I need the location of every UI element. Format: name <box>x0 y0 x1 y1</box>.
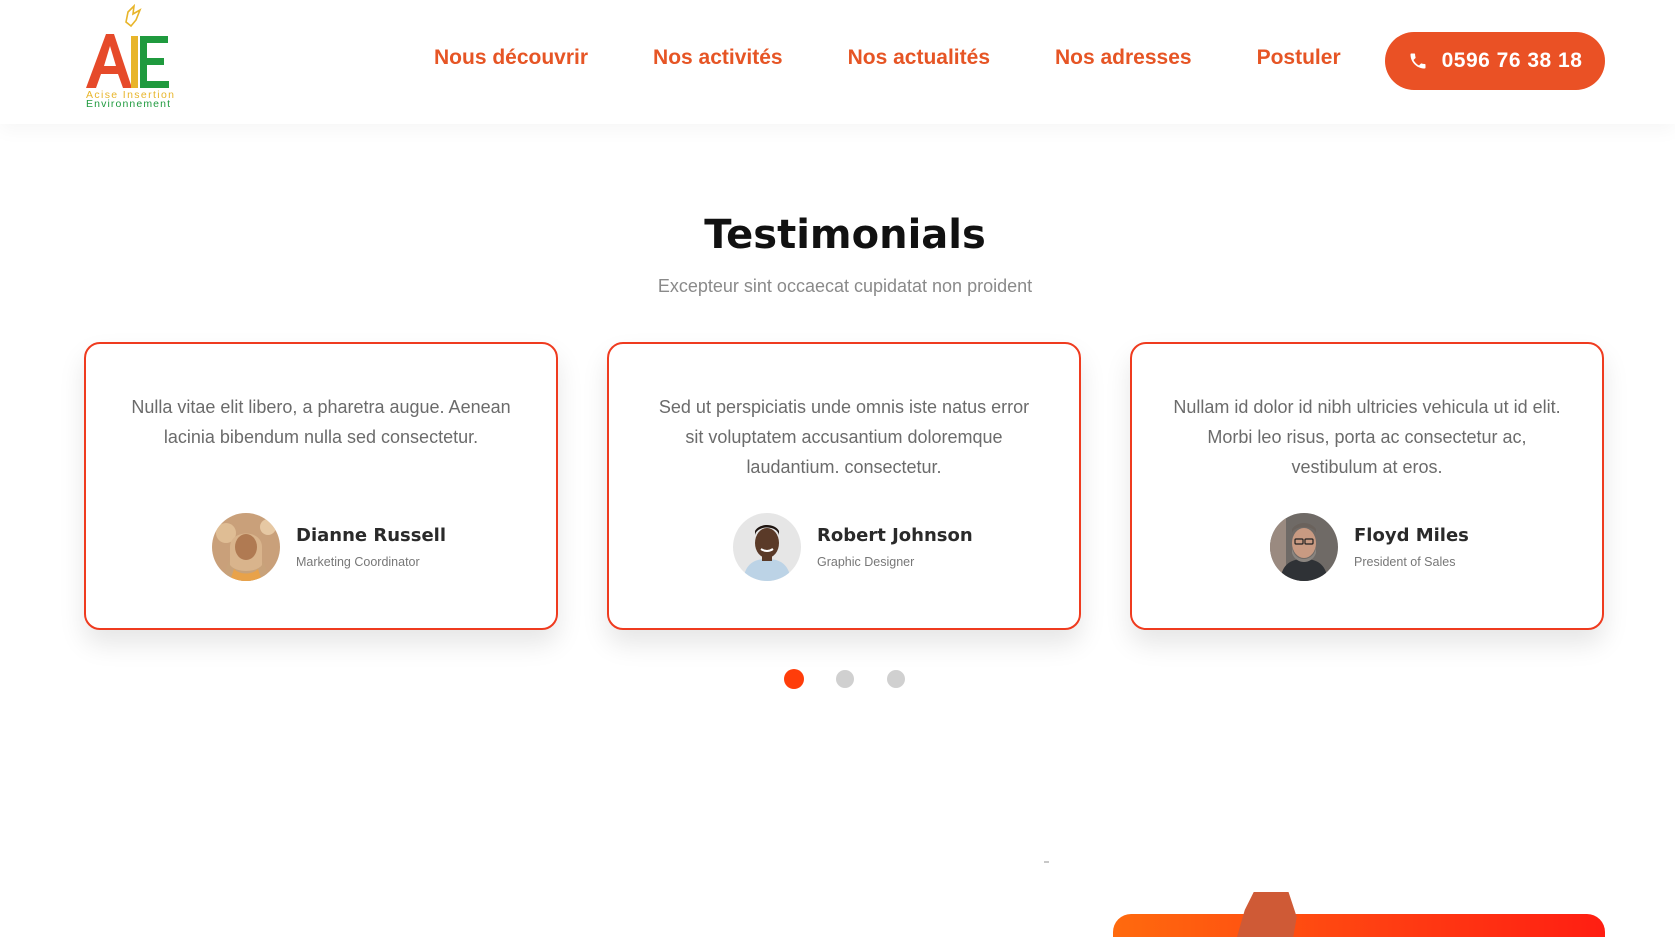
divider-tick <box>1044 861 1049 863</box>
testimonial-quote: Nulla vitae elit libero, a pharetra augu… <box>131 397 511 447</box>
author-role: Marketing Coordinator <box>296 555 420 569</box>
testimonial-author: Dianne Russell Marketing Coordinator <box>212 512 446 582</box>
nav-nos-actualites[interactable]: Nos actualités <box>848 46 990 70</box>
phone-button[interactable]: 0596 76 38 18 <box>1385 32 1605 90</box>
testimonial-card: Sed ut perspiciatis unde omnis iste natu… <box>607 342 1081 630</box>
carousel-dot-2[interactable] <box>836 670 854 688</box>
testimonial-card: Nulla vitae elit libero, a pharetra augu… <box>84 342 558 630</box>
site-header: Acise Insertion Environnement Nous décou… <box>0 0 1675 124</box>
testimonial-author: Robert Johnson Graphic Designer <box>733 512 973 582</box>
nav-nos-activites[interactable]: Nos activités <box>653 46 783 70</box>
phone-icon <box>1410 53 1426 69</box>
nav-nos-adresses[interactable]: Nos adresses <box>1055 46 1192 70</box>
avatar <box>1270 513 1338 581</box>
carousel-dot-3[interactable] <box>887 670 905 688</box>
phone-number: 0596 76 38 18 <box>1441 49 1583 72</box>
main-nav: Nous découvrir Nos activités Nos actuali… <box>434 46 1341 70</box>
section-subtitle: Excepteur sint occaecat cupidatat non pr… <box>657 276 1033 296</box>
author-name: Floyd Miles <box>1354 525 1469 546</box>
testimonial-quote: Sed ut perspiciatis unde omnis iste natu… <box>658 397 1030 477</box>
testimonial-card: Nullam id dolor id nibh ultricies vehicu… <box>1130 342 1604 630</box>
author-role: President of Sales <box>1354 555 1456 569</box>
testimonial-quote: Nullam id dolor id nibh ultricies vehicu… <box>1173 397 1561 477</box>
bottom-banner <box>1113 914 1605 937</box>
avatar <box>212 513 280 581</box>
section-title: Testimonials <box>704 212 986 258</box>
logo[interactable]: Acise Insertion Environnement <box>84 4 178 112</box>
author-name: Dianne Russell <box>296 525 447 546</box>
testimonial-author: Floyd Miles President of Sales <box>1270 512 1469 582</box>
author-role: Graphic Designer <box>817 555 915 569</box>
nav-postuler[interactable]: Postuler <box>1257 46 1341 70</box>
avatar <box>733 513 801 581</box>
svg-text:Environnement: Environnement <box>86 98 170 110</box>
author-name: Robert Johnson <box>817 525 973 546</box>
carousel-dot-1[interactable] <box>784 669 804 689</box>
logo-icon: Acise Insertion Environnement <box>86 4 174 110</box>
nav-nous-decouvrir[interactable]: Nous découvrir <box>434 46 588 70</box>
